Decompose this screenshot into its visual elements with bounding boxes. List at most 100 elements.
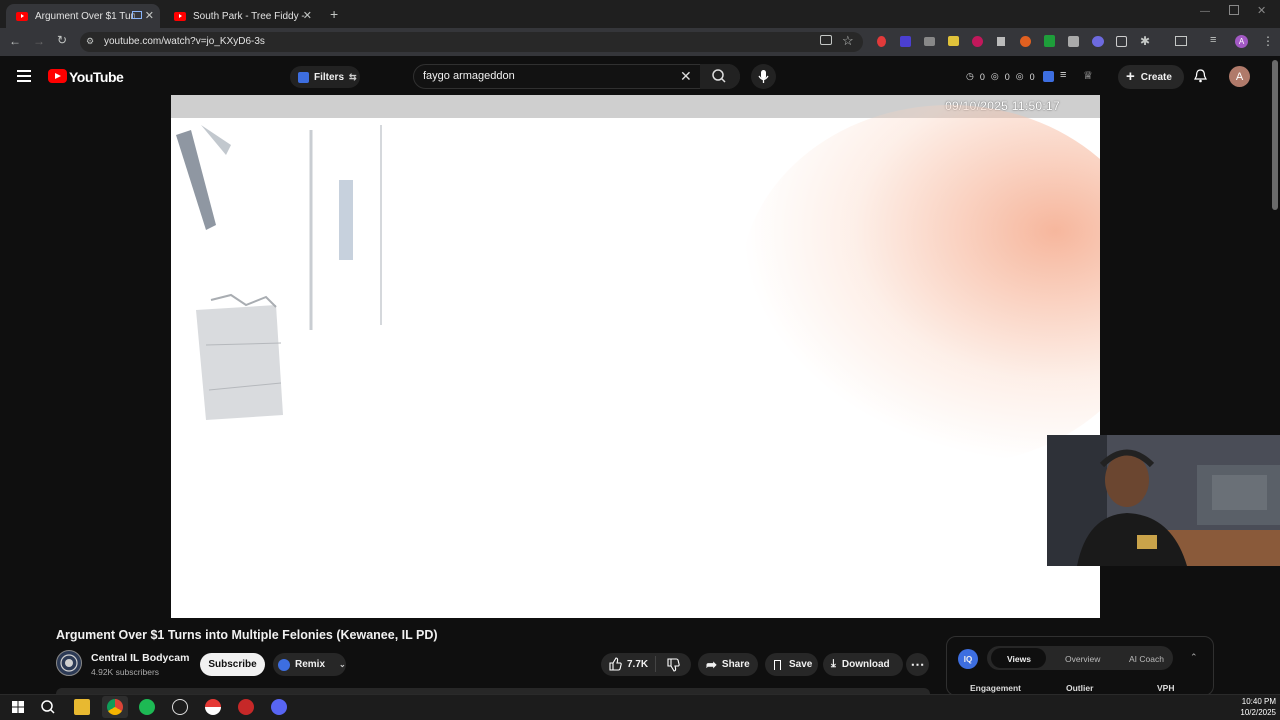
microphone-icon [758,70,769,83]
tab-title: Argument Over $1 Turns int [35,10,135,22]
extension-icon[interactable] [1068,36,1079,47]
extension-icon[interactable] [972,36,983,47]
file-explorer-icon[interactable] [74,699,90,715]
extensions-puzzle-icon[interactable]: ✱ [1140,34,1150,48]
tab-ai-coach[interactable]: AI Coach [1129,654,1164,664]
share-arrow-icon: ➦ [706,656,717,672]
youtube-logo-text[interactable]: YouTube [69,69,124,85]
app-icon[interactable] [238,699,254,715]
page-scrollbar[interactable] [1272,60,1278,210]
list-icon[interactable]: ≡ [1060,69,1066,81]
extension-icon[interactable] [1044,35,1055,47]
more-horizontal-icon: ⋯ [910,656,925,672]
url-text: youtube.com/watch?v=jo_KXyD6-3s [104,36,265,47]
stat-value: 0 [1004,71,1010,82]
taskbar-clock[interactable]: 10:40 PM 10/2/2025 [1228,696,1276,718]
iq-icon [298,71,309,83]
video-title: Argument Over $1 Turns into Multiple Fel… [56,628,438,642]
youtube-logo-icon[interactable] [48,69,67,83]
subscriber-count: 4.92K subscribers [91,667,160,677]
youtube-favicon-icon [16,11,28,21]
video-light-flare [740,105,1100,465]
iq-icon[interactable] [1043,71,1054,82]
account-avatar[interactable]: A [1229,66,1250,87]
search-icon [712,69,726,83]
chrome-menu-icon[interactable]: ⋮ [1262,34,1274,48]
remix-button[interactable]: Remix ⌄ [273,653,346,676]
youtube-favicon-icon [174,11,186,21]
like-count: 7.7K [627,659,649,670]
tab-close-icon[interactable]: ✕ [145,9,154,22]
video-scene-image [176,125,382,420]
tab-overview[interactable]: Overview [1065,654,1100,664]
side-panel-icon[interactable] [1175,36,1187,46]
create-button[interactable]: + Create [1118,65,1184,89]
minimize-icon[interactable]: — [1200,6,1210,17]
streamer-webcam-image [1047,435,1280,566]
tab-search-icon[interactable]: ≡ [1210,34,1216,46]
extension-icon[interactable] [877,36,886,47]
window-close-icon[interactable]: ✕ [1257,4,1266,17]
search-icon[interactable] [40,699,56,715]
eye-icon: ◎ [1015,71,1024,81]
clock-date: 10/2/2025 [1240,708,1276,717]
tab-close-icon[interactable]: ✕ [303,9,312,22]
tab-title: South Park - Tree Fiddy - YouTu [193,10,305,22]
spotify-icon[interactable] [139,699,155,715]
tab-views[interactable]: Views [1007,654,1031,664]
filters-button[interactable]: Filters ⇆ [290,66,360,88]
search-button[interactable] [700,64,740,89]
download-button[interactable]: ⤓ Download [823,653,903,676]
webcam-overlay [1047,435,1280,566]
chrome-icon[interactable] [107,699,123,715]
clock-icon: ◷ [966,71,974,81]
discord-icon[interactable] [271,699,287,715]
tab-inactive[interactable]: South Park - Tree Fiddy - YouTu ✕ [164,4,318,28]
bookmark-star-icon[interactable]: ☆ [842,33,854,49]
column-engagement: Engagement [970,683,1022,693]
search-input[interactable] [423,70,673,82]
extension-icon[interactable] [1020,36,1031,47]
install-app-icon[interactable] [820,35,832,45]
trophy-icon[interactable]: ♕ [1083,69,1093,82]
hamburger-menu-icon[interactable] [17,70,31,82]
voice-search-button[interactable] [751,64,776,89]
new-tab-icon[interactable]: + [330,6,338,22]
extension-icon[interactable] [948,36,959,46]
cast-icon [132,11,142,19]
clock-time: 10:40 PM [1241,697,1276,706]
share-button[interactable]: ➦ Share [698,653,758,676]
windows-start-icon[interactable] [10,699,26,715]
channel-name[interactable]: Central IL Bodycam [91,652,189,664]
profile-icon[interactable]: A [1235,35,1248,48]
site-info-icon[interactable]: ⚙ [86,36,94,47]
windows-taskbar [0,694,1280,720]
clear-search-icon[interactable]: ✕ [680,68,692,85]
like-button[interactable] [608,657,622,671]
extension-icon[interactable] [997,37,1005,46]
remix-icon [278,658,290,671]
more-actions-button[interactable]: ⋯ [906,653,929,676]
extension-icon[interactable] [1116,36,1127,47]
subscribe-button[interactable]: Subscribe [200,653,265,676]
back-icon[interactable]: ← [9,34,21,48]
dislike-button[interactable] [666,658,680,672]
share-label: Share [721,659,750,670]
extension-icon[interactable] [1092,36,1104,47]
forward-icon[interactable]: → [33,34,45,48]
video-player[interactable]: 09/10/2025 11:50:17 [171,95,1100,618]
reload-icon[interactable]: ↻ [57,33,67,47]
extension-icon[interactable] [900,36,911,47]
pokeball-app-icon[interactable] [205,699,221,715]
collapse-chevron-icon[interactable]: ⌃ [1190,652,1198,663]
save-button[interactable]: Save [765,653,818,676]
tab-active[interactable]: Argument Over $1 Turns int ✕ [6,4,160,28]
channel-avatar[interactable] [56,650,82,676]
divider [655,656,656,672]
maximize-icon[interactable] [1229,5,1239,15]
settings-gear-icon[interactable] [172,699,188,715]
thumbs-down-icon [667,658,680,672]
extension-icon[interactable] [924,37,935,46]
notifications-bell-icon[interactable] [1193,68,1208,84]
iq-badge[interactable]: IQ [958,649,978,669]
